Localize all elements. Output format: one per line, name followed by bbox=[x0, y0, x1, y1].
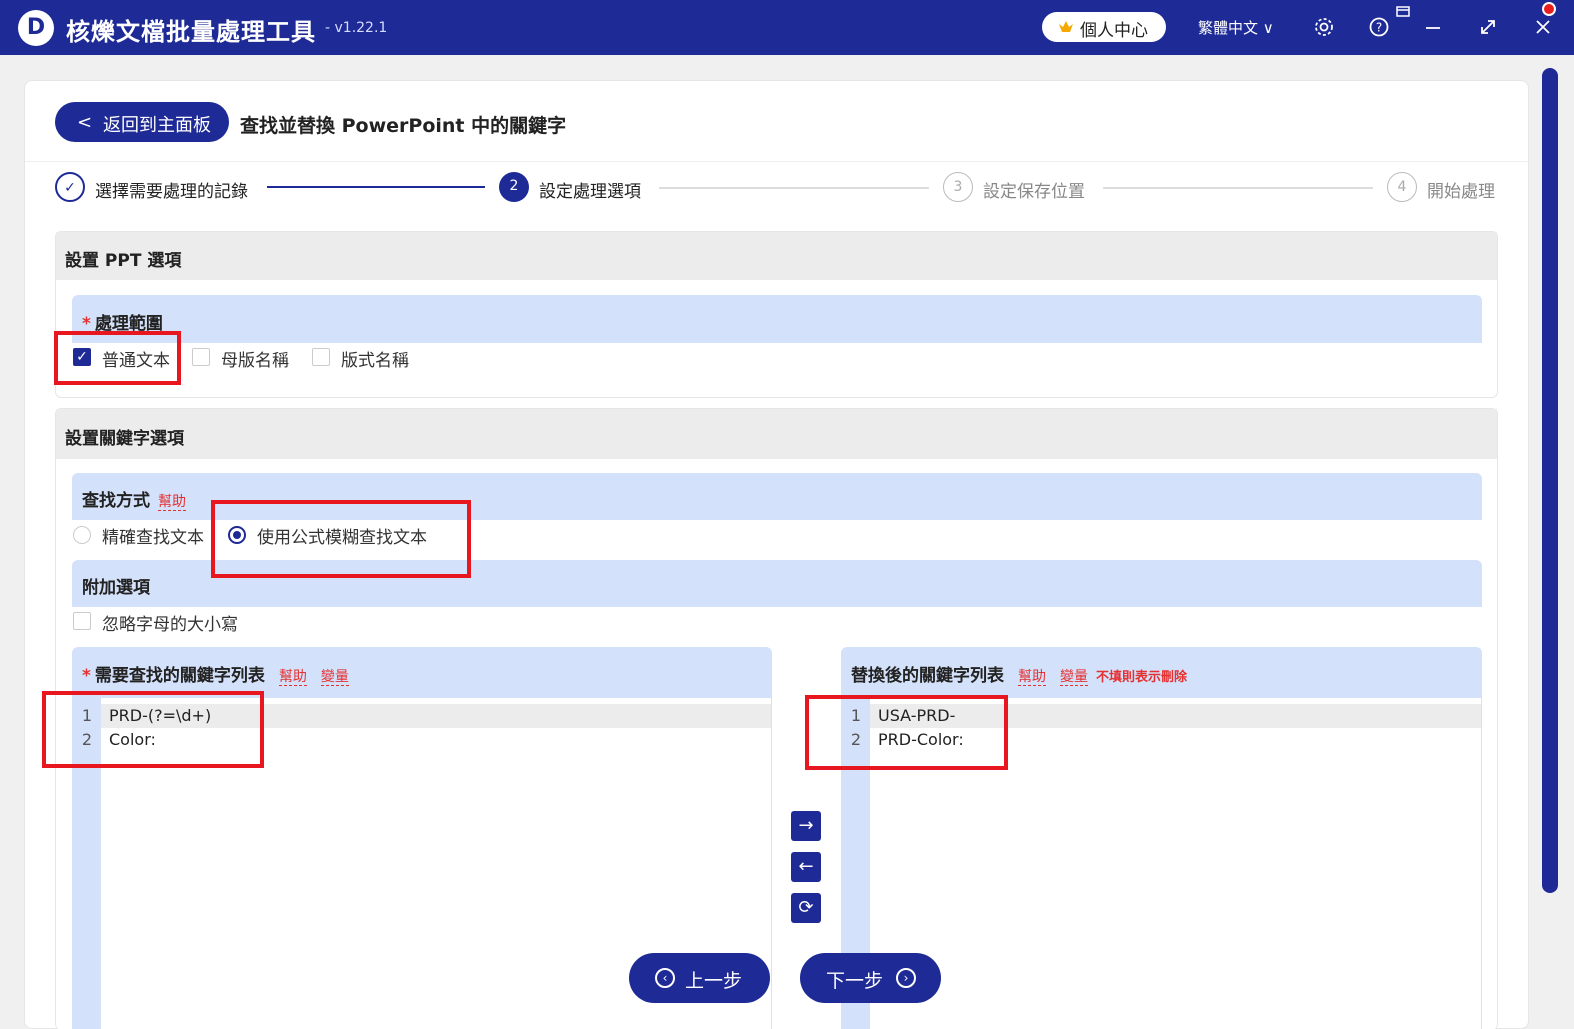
step-4-label: 開始處理 bbox=[1427, 182, 1495, 202]
chevron-left-circle-icon: ‹ bbox=[655, 968, 675, 988]
refresh-icon[interactable]: ⟳ bbox=[791, 893, 821, 923]
prev-step-label: 上一步 bbox=[685, 970, 743, 992]
back-button-label: 返回到主面板 bbox=[103, 115, 211, 136]
step-1-check-icon: ✓ bbox=[55, 172, 85, 202]
checkbox-ignore-case[interactable] bbox=[73, 612, 91, 630]
ppt-options-title: 設置 PPT 選項 bbox=[56, 232, 1497, 280]
title-bar: D 核爍文檔批量處理工具 - v1.22.1 個人中心 繁體中文 ∨ ? bbox=[0, 0, 1574, 55]
chevron-down-icon: ∨ bbox=[1262, 19, 1274, 37]
replace-list-heading: 替換後的關鍵字列表 幫助 變量 不填則表示刪除 bbox=[841, 647, 1482, 697]
extra-options-label: 附加選項 bbox=[82, 578, 150, 598]
app-version: - v1.22.1 bbox=[325, 20, 388, 36]
scrollbar[interactable] bbox=[1542, 68, 1558, 893]
radio-exact-find[interactable] bbox=[73, 526, 91, 544]
next-step-button[interactable]: 下一步 › bbox=[800, 953, 941, 1003]
user-center-button[interactable]: 個人中心 bbox=[1042, 12, 1166, 42]
checkbox-master-name[interactable] bbox=[192, 348, 210, 366]
app-title: 核爍文檔批量處理工具 bbox=[66, 18, 316, 46]
find-list-label: 需要查找的關鍵字列表 bbox=[94, 666, 265, 686]
help-icon[interactable]: ? bbox=[1367, 15, 1391, 39]
find-mode-help-link[interactable]: 幫助 bbox=[158, 494, 186, 511]
language-label: 繁體中文 bbox=[1198, 19, 1259, 37]
step-4-number: 4 bbox=[1387, 172, 1417, 202]
step-line bbox=[659, 187, 929, 189]
ppt-options-panel: 設置 PPT 選項 * 處理範圍 ✓ 普通文本 母版名稱 版式名稱 bbox=[55, 231, 1498, 398]
highlight-box bbox=[42, 691, 264, 768]
crown-icon bbox=[1059, 21, 1073, 32]
empty-delete-note: 不填則表示刪除 bbox=[1096, 670, 1188, 685]
find-mode-label: 查找方式 bbox=[82, 491, 150, 511]
step-2-number: 2 bbox=[499, 172, 529, 202]
ignore-case-label: 忽略字母的大小寫 bbox=[102, 615, 238, 635]
notification-dot bbox=[1542, 2, 1556, 16]
keyword-options-title: 設置關鍵字選項 bbox=[56, 409, 1497, 459]
step-3-number: 3 bbox=[943, 172, 973, 202]
find-list-variable-link[interactable]: 變量 bbox=[320, 669, 349, 686]
master-name-label: 母版名稱 bbox=[221, 351, 289, 371]
maximize-icon[interactable] bbox=[1476, 15, 1500, 39]
layout-name-label: 版式名稱 bbox=[341, 351, 409, 371]
checkbox-layout-name[interactable] bbox=[312, 348, 330, 366]
back-button[interactable]: < 返回到主面板 bbox=[55, 102, 229, 142]
step-line bbox=[1103, 187, 1373, 189]
step-1-label: 選擇需要處理的記錄 bbox=[95, 182, 248, 202]
app-logo: D bbox=[18, 10, 54, 46]
step-2-label: 設定處理選項 bbox=[539, 182, 641, 202]
highlight-box bbox=[54, 331, 181, 385]
arrow-right-icon[interactable]: → bbox=[791, 811, 821, 841]
next-step-label: 下一步 bbox=[826, 970, 884, 992]
language-select[interactable]: 繁體中文 ∨ bbox=[1198, 17, 1274, 38]
divider bbox=[25, 161, 1528, 162]
replace-list-variable-link[interactable]: 變量 bbox=[1060, 669, 1088, 686]
highlight-box bbox=[211, 500, 471, 578]
replace-list-label: 替換後的關鍵字列表 bbox=[851, 666, 1004, 686]
user-center-label: 個人中心 bbox=[1080, 21, 1148, 41]
find-list-help-link[interactable]: 幫助 bbox=[278, 669, 307, 686]
page-title: 查找並替換 PowerPoint 中的關鍵字 bbox=[240, 115, 567, 137]
replace-list-help-link[interactable]: 幫助 bbox=[1018, 669, 1046, 686]
minimize-icon[interactable] bbox=[1421, 15, 1445, 39]
gear-icon[interactable] bbox=[1312, 15, 1336, 39]
find-list-heading: * 需要查找的關鍵字列表 幫助 變量 bbox=[72, 647, 772, 697]
exact-find-label: 精確查找文本 bbox=[102, 528, 204, 548]
prev-step-button[interactable]: ‹ 上一步 bbox=[629, 953, 770, 1003]
step-line bbox=[267, 186, 485, 188]
chevron-right-circle-icon: › bbox=[896, 968, 916, 988]
chevron-left-icon: < bbox=[77, 112, 93, 133]
close-icon[interactable] bbox=[1531, 15, 1555, 39]
scope-heading: * 處理範圍 bbox=[72, 295, 1482, 343]
highlight-box bbox=[805, 695, 1008, 770]
svg-text:?: ? bbox=[1376, 21, 1382, 35]
window-icon[interactable] bbox=[1395, 4, 1411, 20]
arrow-left-icon[interactable]: ← bbox=[791, 852, 821, 882]
step-3-label: 設定保存位置 bbox=[983, 182, 1085, 202]
